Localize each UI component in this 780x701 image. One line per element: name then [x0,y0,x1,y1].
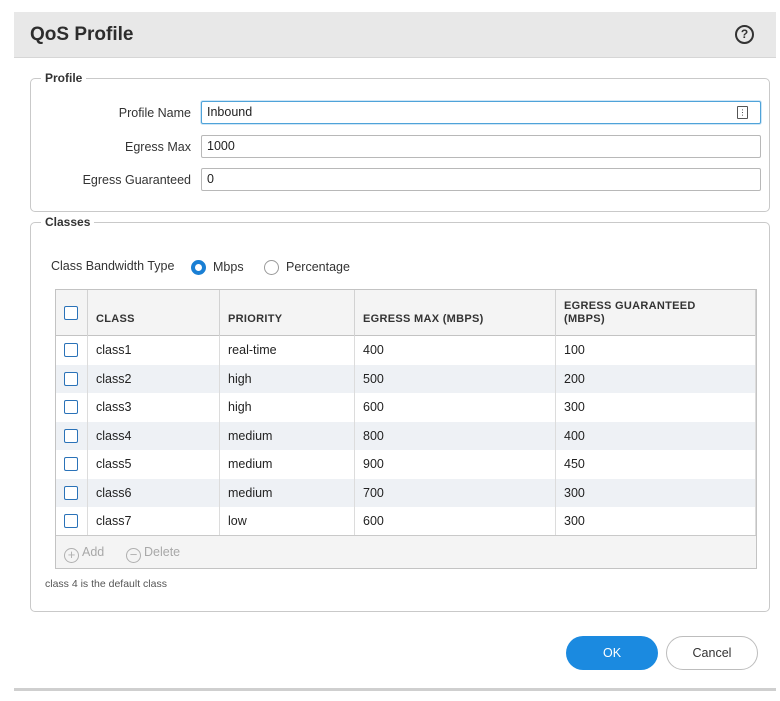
cell-egress-guaranteed: 300 [556,393,756,422]
table-row[interactable]: class6 medium 700 300 [56,478,756,507]
row-checkbox[interactable] [64,514,78,528]
egress-guaranteed-label: Egress Guaranteed [82,173,191,187]
mbps-radio-label[interactable]: Mbps [213,260,244,274]
column-header-class[interactable]: CLASS [88,290,220,336]
cell-egress-max: 800 [355,421,556,450]
cell-egress-guaranteed: 300 [556,478,756,507]
dialog-title: QoS Profile [30,24,134,45]
cell-class: class6 [88,478,220,507]
egress-max-label: Egress Max [125,140,191,154]
percentage-radio[interactable] [264,260,279,275]
profile-name-input[interactable]: Inbound ⋮ [201,101,761,124]
column-header-priority[interactable]: PRIORITY [220,290,355,336]
egress-max-input[interactable]: 1000 [201,135,761,158]
row-checkbox[interactable] [64,428,78,443]
profile-legend: Profile [41,71,87,85]
column-header-egress-max[interactable]: EGRESS MAX (MBPS) [355,290,556,336]
delete-button[interactable]: − Delete [126,545,180,563]
header-checkbox-cell [56,290,88,336]
cell-egress-max: 600 [355,507,556,536]
add-button[interactable]: + Add [64,545,104,563]
text-entry-icon: ⋮ [737,106,748,119]
egress-guaranteed-value: 0 [207,172,214,186]
egress-guaranteed-input[interactable]: 0 [201,168,761,191]
minus-icon: − [126,548,141,563]
cell-class: class2 [88,364,220,393]
ok-button[interactable]: OK [566,636,658,670]
cell-class: class3 [88,393,220,422]
qos-profile-dialog: QoS Profile ? Profile Profile Name Inbou… [14,12,776,692]
classes-table: CLASS PRIORITY EGRESS MAX (MBPS) EGRESS … [55,289,757,569]
table-row[interactable]: class1 real-time 400 100 [56,336,756,365]
classes-legend: Classes [41,215,95,229]
cell-class: class4 [88,421,220,450]
select-all-checkbox[interactable] [64,306,78,320]
row-checkbox[interactable] [64,343,78,357]
cell-priority: medium [220,478,355,507]
cell-egress-guaranteed: 200 [556,364,756,393]
table-header: CLASS PRIORITY EGRESS MAX (MBPS) EGRESS … [56,290,756,336]
cell-priority: medium [220,421,355,450]
cell-egress-max: 400 [355,336,556,365]
cell-priority: medium [220,450,355,479]
table-row[interactable]: class5 medium 900 450 [56,450,756,479]
profile-section: Profile Profile Name Inbound ⋮ Egress Ma… [30,71,770,212]
cell-class: class5 [88,450,220,479]
cell-egress-guaranteed: 400 [556,421,756,450]
cell-egress-max: 700 [355,478,556,507]
mbps-radio[interactable] [191,260,206,275]
column-header-egress-guaranteed[interactable]: EGRESS GUARANTEED (MBPS) [556,290,756,336]
percentage-radio-label[interactable]: Percentage [286,260,350,274]
table-row[interactable]: class7 low 600 300 [56,507,756,536]
cell-priority: low [220,507,355,536]
cell-priority: high [220,393,355,422]
row-checkbox[interactable] [64,371,78,386]
table-row[interactable]: class2 high 500 200 [56,364,756,393]
default-class-note: class 4 is the default class [45,578,167,590]
bandwidth-type-label: Class Bandwidth Type [51,259,175,273]
help-icon[interactable]: ? [735,25,754,44]
cell-class: class1 [88,336,220,365]
cell-egress-max: 900 [355,450,556,479]
profile-name-label: Profile Name [118,106,191,120]
title-bar: QoS Profile ? [14,12,776,58]
cell-egress-guaranteed: 300 [556,507,756,536]
row-checkbox[interactable] [64,485,78,500]
cell-priority: real-time [220,336,355,365]
cell-egress-max: 600 [355,393,556,422]
footer-divider [14,688,776,691]
row-checkbox[interactable] [64,457,78,471]
table-row[interactable]: class3 high 600 300 [56,393,756,422]
cell-egress-max: 500 [355,364,556,393]
cell-class: class7 [88,507,220,536]
cell-egress-guaranteed: 100 [556,336,756,365]
table-toolbar: + Add − Delete [56,535,756,568]
table-row[interactable]: class4 medium 800 400 [56,421,756,450]
row-checkbox[interactable] [64,400,78,414]
egress-max-value: 1000 [207,139,235,153]
plus-icon: + [64,548,79,563]
cell-priority: high [220,364,355,393]
profile-name-value: Inbound [207,105,253,119]
cell-egress-guaranteed: 450 [556,450,756,479]
classes-section: Classes Class Bandwidth Type Mbps Percen… [30,215,770,612]
cancel-button[interactable]: Cancel [666,636,758,670]
